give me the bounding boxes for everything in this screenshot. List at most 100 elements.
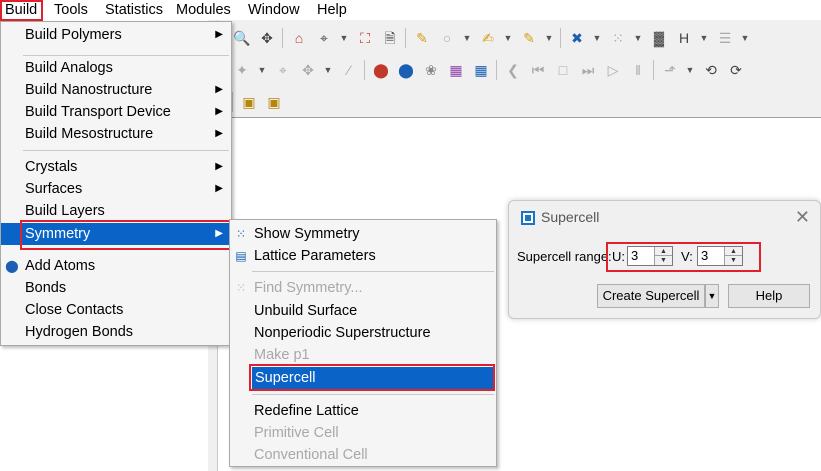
create-supercell-button[interactable]: Create Supercell — [597, 284, 705, 308]
menu-item-label: Find Symmetry... — [254, 280, 363, 296]
rotate-icon[interactable]: ✦ — [232, 60, 252, 80]
menu-item-find-symmetry[interactable]: ⁙ Find Symmetry... — [230, 277, 496, 299]
pause-icon[interactable]: ‖ — [628, 60, 648, 80]
undo-rotate-icon[interactable]: ⟲ — [701, 60, 721, 80]
center-icon[interactable]: ⌖ — [314, 28, 334, 48]
menu-window[interactable]: Window — [248, 1, 300, 20]
atoms-color-icon[interactable]: ⬤ — [371, 60, 391, 80]
menu-separator — [23, 55, 229, 56]
step-forward-icon[interactable]: ⏭ — [578, 60, 598, 80]
menu-item-label: Build Mesostructure — [25, 126, 154, 142]
menu-item-crystals[interactable]: Crystals ▶ — [1, 156, 231, 178]
play-icon[interactable]: ▷ — [603, 60, 623, 80]
menu-item-unbuild-surface[interactable]: Unbuild Surface — [230, 300, 496, 322]
menu-item-build-nanostructure[interactable]: Build Nanostructure ▶ — [1, 79, 231, 101]
properties-icon[interactable]: 🗎 — [380, 28, 400, 48]
cube-alt-icon[interactable]: ▣ — [264, 92, 284, 112]
move-icon[interactable]: ⌖ — [273, 60, 293, 80]
chevron-down-icon[interactable]: ▼ — [339, 28, 349, 48]
chevron-down-icon[interactable]: ▼ — [633, 28, 643, 48]
dialog-titlebar[interactable]: Supercell ✕ — [509, 201, 820, 235]
app-window: 🔍 ✥ ⌂ ⌖ ▼ ⛶ 🗎 ✎ ○ ▼ ✍ ▼ ✎ ▼ ✖ ▼ ⁙ ▼ ▓ H … — [0, 0, 821, 471]
menu-separator — [252, 271, 494, 272]
menu-item-build-analogs[interactable]: Build Analogs — [1, 57, 231, 79]
chevron-down-icon[interactable]: ▼ — [592, 28, 602, 48]
symmetry-icon: ⁙ — [235, 227, 247, 241]
menu-item-nonperiodic-superstructure[interactable]: Nonperiodic Superstructure — [230, 322, 496, 344]
menu-item-close-contacts[interactable]: Close Contacts — [1, 299, 231, 321]
circle-icon[interactable]: ○ — [437, 28, 457, 48]
supercell-range-label: Supercell range: — [517, 249, 612, 264]
layers-icon[interactable]: ☰ — [715, 28, 735, 48]
translate-icon[interactable]: ✥ — [298, 60, 318, 80]
menu-tools[interactable]: Tools — [54, 1, 88, 20]
chevron-down-icon: ▼ — [707, 291, 717, 301]
bond-icon[interactable]: ❀ — [421, 60, 441, 80]
grid-icon[interactable]: ⁙ — [608, 28, 628, 48]
menu-item-build-layers[interactable]: Build Layers — [1, 200, 231, 222]
barcode-icon[interactable]: ▓ — [649, 28, 669, 48]
close-icon[interactable]: ✕ — [795, 207, 810, 228]
molecule-icon[interactable]: ⬤ — [396, 60, 416, 80]
menu-item-show-symmetry[interactable]: ⁙ Show Symmetry — [230, 223, 496, 245]
menu-help[interactable]: Help — [317, 1, 347, 20]
pan-icon[interactable]: ✥ — [257, 28, 277, 48]
clean-icon[interactable]: ✖ — [567, 28, 587, 48]
export-icon[interactable]: ⬏ — [660, 60, 680, 80]
submenu-arrow-icon: ▶ — [215, 84, 223, 95]
menu-item-conventional-cell[interactable]: Conventional Cell — [230, 444, 496, 466]
menu-item-label: Redefine Lattice — [254, 403, 359, 419]
stop-icon[interactable]: □ — [553, 60, 573, 80]
cube-icon[interactable]: ▣ — [239, 92, 259, 112]
palette-icon[interactable]: ▦ — [471, 60, 491, 80]
menu-item-build-transport-device[interactable]: Build Transport Device ▶ — [1, 101, 231, 123]
sketch-icon[interactable]: ✍ — [478, 28, 498, 48]
menu-item-label: Build Polymers — [25, 27, 122, 43]
menu-item-make-p1[interactable]: Make p1 — [230, 344, 496, 366]
edit-icon[interactable]: ✎ — [519, 28, 539, 48]
menu-item-label: Build Layers — [25, 203, 105, 219]
redo-rotate-icon[interactable]: ⟳ — [726, 60, 746, 80]
menu-item-primitive-cell[interactable]: Primitive Cell — [230, 422, 496, 444]
rewind-icon[interactable]: ⏮ — [528, 60, 548, 80]
menu-item-label: Close Contacts — [25, 302, 124, 318]
home-icon[interactable]: ⌂ — [289, 28, 309, 48]
menu-item-build-mesostructure[interactable]: Build Mesostructure ▶ — [1, 123, 231, 145]
hydrogen-icon[interactable]: H — [674, 28, 694, 48]
menu-item-surfaces[interactable]: Surfaces ▶ — [1, 178, 231, 200]
menu-item-bonds[interactable]: Bonds — [1, 277, 231, 299]
menu-item-label: Nonperiodic Superstructure — [254, 325, 431, 341]
fit-view-icon[interactable]: ⛶ — [355, 28, 375, 48]
menu-statistics[interactable]: Statistics — [105, 1, 163, 20]
chevron-down-icon[interactable]: ▼ — [544, 28, 554, 48]
menu-item-build-polymers[interactable]: Build Polymers ▶ — [1, 24, 231, 46]
chevron-down-icon[interactable]: ▼ — [699, 28, 709, 48]
menu-item-add-atoms[interactable]: ⬤ Add Atoms — [1, 255, 231, 277]
color-grid-icon[interactable]: ▦ — [446, 60, 466, 80]
annotation-box — [20, 220, 232, 250]
lattice-icon: ▤ — [235, 249, 247, 263]
menu-item-lattice-parameters[interactable]: ▤ Lattice Parameters — [230, 245, 496, 267]
create-supercell-dropdown[interactable]: ▼ — [705, 284, 719, 308]
prev-icon[interactable]: ❮ — [503, 60, 523, 80]
measure-icon[interactable]: ∕ — [339, 60, 359, 80]
chevron-down-icon[interactable]: ▼ — [257, 60, 267, 80]
menu-separator — [252, 394, 494, 395]
menu-help-label: Help — [317, 2, 347, 18]
zoom-icon[interactable]: 🔍 — [232, 28, 252, 48]
build-menu: Build Polymers ▶ Build Analogs Build Nano… — [0, 21, 232, 346]
menu-tools-label: Tools — [54, 2, 88, 18]
pencil-icon[interactable]: ✎ — [412, 28, 432, 48]
chevron-down-icon[interactable]: ▼ — [323, 60, 333, 80]
menu-item-redefine-lattice[interactable]: Redefine Lattice — [230, 400, 496, 422]
chevron-down-icon[interactable]: ▼ — [740, 28, 750, 48]
menu-item-hydrogen-bonds[interactable]: Hydrogen Bonds — [1, 321, 231, 343]
chevron-down-icon[interactable]: ▼ — [462, 28, 472, 48]
toolbar-separator — [496, 60, 497, 80]
menu-modules[interactable]: Modules — [176, 1, 231, 20]
chevron-down-icon[interactable]: ▼ — [503, 28, 513, 48]
symmetry-submenu: ⁙ Show Symmetry ▤ Lattice Parameters ⁙ Find… — [229, 219, 497, 467]
help-button[interactable]: Help — [728, 284, 810, 308]
toolbar-separator — [560, 28, 561, 48]
chevron-down-icon[interactable]: ▼ — [685, 60, 695, 80]
